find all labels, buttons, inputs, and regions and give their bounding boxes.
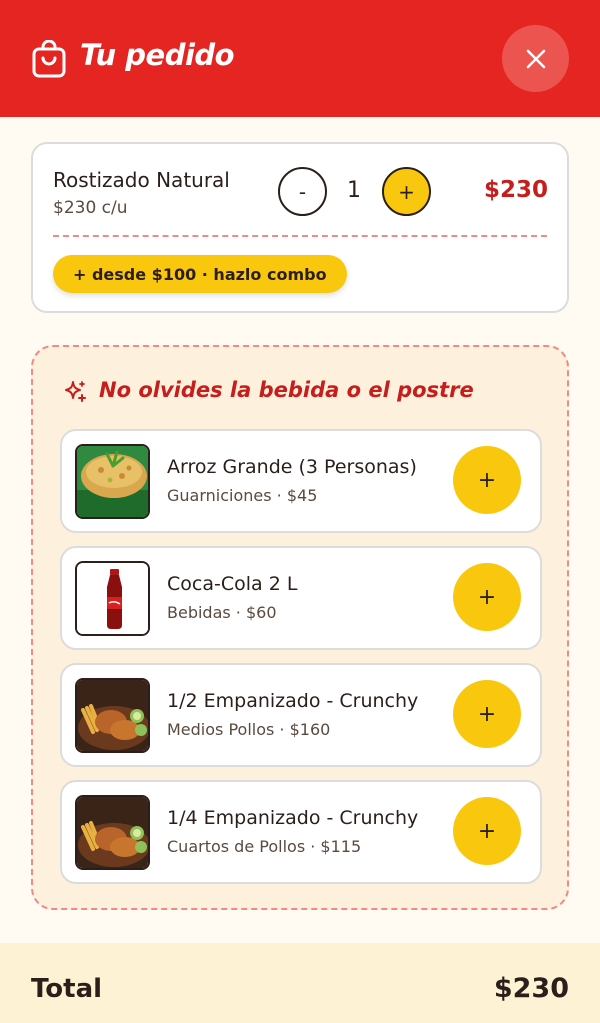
add-item-button[interactable]: +: [453, 680, 521, 748]
coca-cola-bottle-image: [75, 561, 150, 636]
order-total-bar: Total $230: [0, 943, 600, 1023]
header-bar: Tu pedido: [0, 0, 600, 117]
total-value: $230: [493, 973, 569, 1004]
add-item-button[interactable]: +: [453, 446, 521, 514]
upsell-heading: No olvides la bebida o el postre: [99, 378, 474, 402]
shopping-bag-icon: [32, 40, 66, 78]
upsell-item-name: 1/2 Empanizado - Crunchy: [167, 690, 419, 712]
upsell-item: Arroz Grande (3 Personas) Guarniciones ·…: [60, 429, 542, 533]
close-icon: [526, 49, 545, 68]
cart-item-name: Rostizado Natural: [53, 168, 230, 192]
upsell-item: Coca-Cola 2 L Bebidas · $60 +: [60, 546, 542, 650]
fried-chicken-image: [75, 678, 150, 753]
upsell-item-name: 1/4 Empanizado - Crunchy: [167, 807, 419, 829]
add-item-button[interactable]: +: [453, 563, 521, 631]
rice-dish-image: [75, 444, 150, 519]
total-label: Total: [31, 974, 103, 1004]
upsell-item-name: Coca-Cola 2 L: [167, 573, 298, 595]
add-item-button[interactable]: +: [453, 797, 521, 865]
fried-chicken-image: [75, 795, 150, 870]
cart-item-unit-price: $230 c/u: [53, 198, 128, 218]
upsell-section: No olvides la bebida o el postre Arroz G…: [31, 345, 569, 910]
cart-item-total: $230: [483, 177, 548, 203]
decrease-quantity-button[interactable]: -: [278, 167, 327, 216]
upsell-item-subtitle: Medios Pollos · $160: [167, 720, 331, 739]
upsell-item-subtitle: Guarniciones · $45: [167, 486, 318, 505]
upsell-item-subtitle: Bebidas · $60: [167, 603, 277, 622]
make-combo-button[interactable]: + desde $100 · hazlo combo: [53, 255, 347, 293]
increase-quantity-button[interactable]: +: [382, 167, 431, 216]
upsell-item-name: Arroz Grande (3 Personas): [167, 456, 417, 478]
page-title: Tu pedido: [80, 38, 235, 72]
cart-item-card: Rostizado Natural $230 c/u - 1 + $230 + …: [31, 142, 569, 313]
quantity-value: 1: [347, 178, 361, 203]
close-button[interactable]: [502, 25, 569, 92]
sparkle-icon: [65, 381, 86, 402]
dashed-divider: [53, 235, 547, 237]
upsell-item: 1/4 Empanizado - Crunchy Cuartos de Poll…: [60, 780, 542, 884]
upsell-item-subtitle: Cuartos de Pollos · $115: [167, 837, 362, 856]
upsell-item: 1/2 Empanizado - Crunchy Medios Pollos ·…: [60, 663, 542, 767]
